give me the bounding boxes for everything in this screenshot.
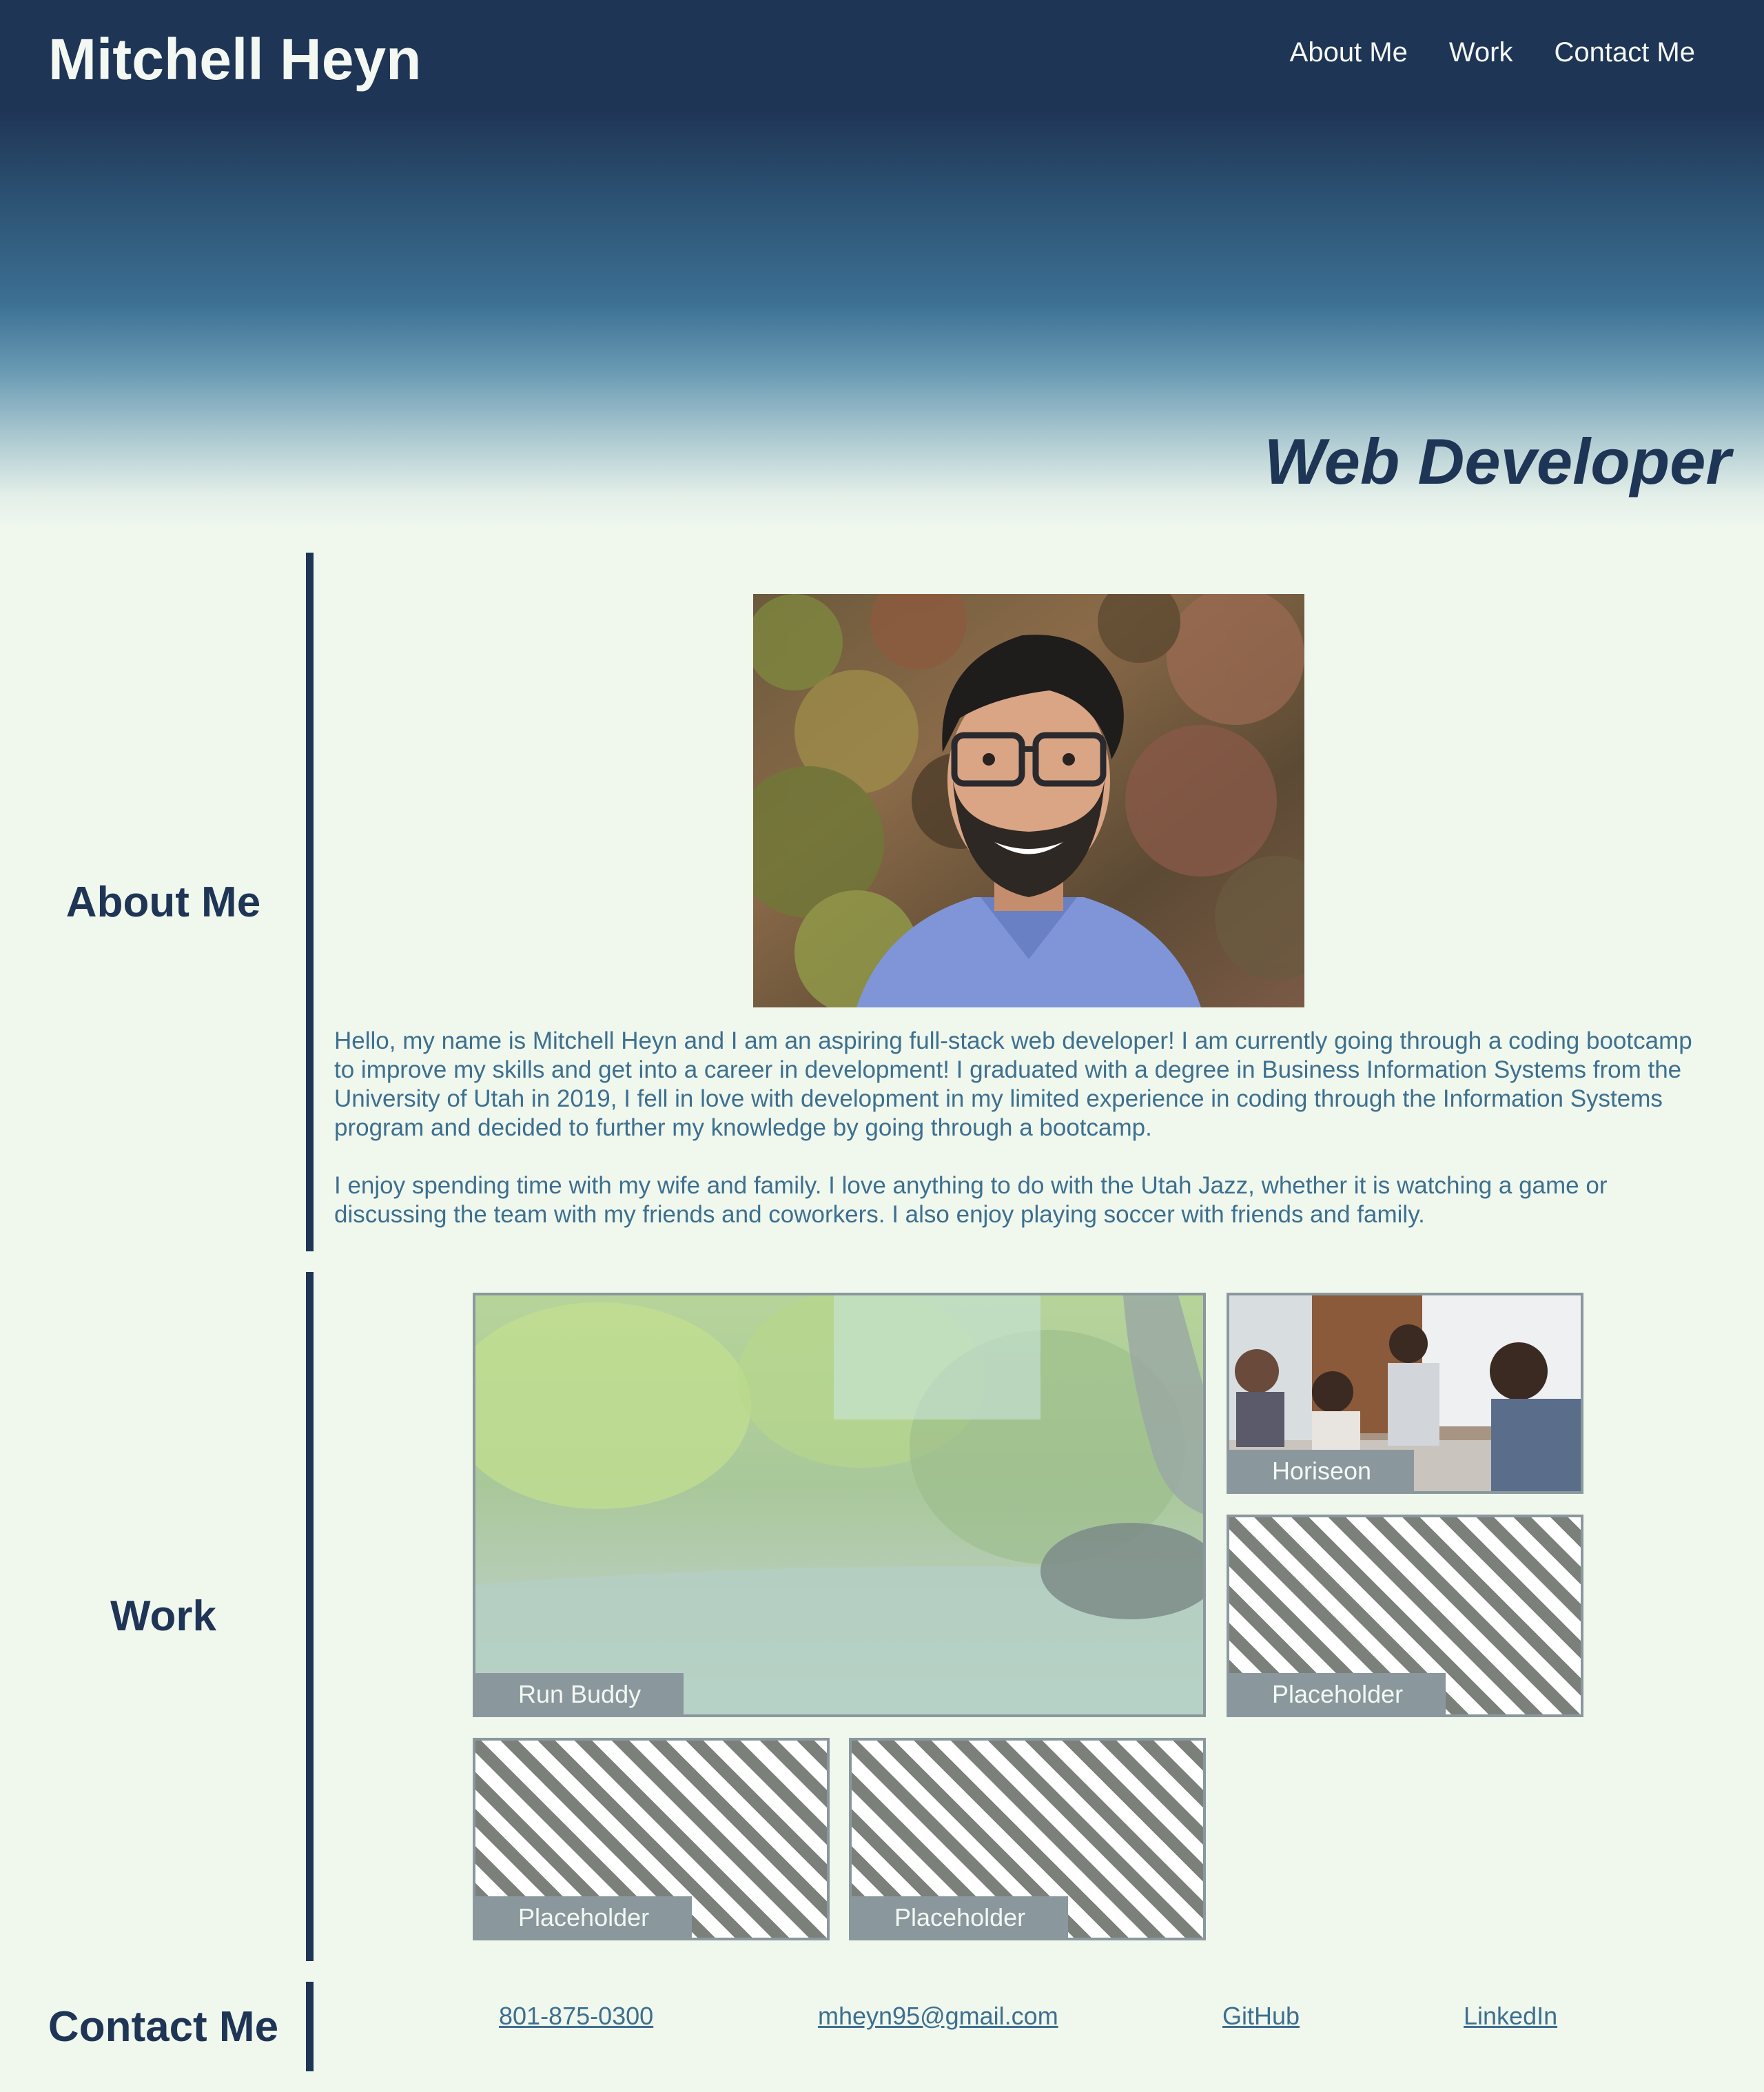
project-label: Placeholder bbox=[1229, 1673, 1446, 1714]
project-card-run-buddy[interactable]: Run Buddy bbox=[473, 1293, 1206, 1717]
contact-divider bbox=[306, 1982, 314, 2071]
nav-link-work[interactable]: Work bbox=[1449, 33, 1513, 72]
contact-heading: Contact Me bbox=[48, 2003, 279, 2051]
about-bio: Hello, my name is Mitchell Heyn and I am… bbox=[334, 1027, 1712, 1258]
main-nav: About Me Work Contact Me bbox=[1290, 33, 1695, 72]
project-card-placeholder[interactable]: Placeholder bbox=[849, 1738, 1206, 1940]
project-label: Placeholder bbox=[852, 1896, 1069, 1938]
run-buddy-image bbox=[475, 1295, 1203, 1714]
work-divider bbox=[306, 1272, 314, 1961]
profile-photo bbox=[753, 594, 1304, 1007]
hero-header: Mitchell Heyn About Me Work Contact Me W… bbox=[0, 0, 1764, 531]
project-label: Placeholder bbox=[475, 1896, 693, 1938]
bio-paragraph: Hello, my name is Mitchell Heyn and I am… bbox=[334, 1027, 1692, 1141]
project-label: Horiseon bbox=[1229, 1450, 1415, 1491]
email-link[interactable]: mheyn95@gmail.com bbox=[818, 1998, 1058, 2034]
bio-paragraph: I enjoy spending time with my wife and f… bbox=[334, 1172, 1608, 1228]
nav-link-contact[interactable]: Contact Me bbox=[1554, 33, 1695, 72]
site-title: Mitchell Heyn bbox=[48, 27, 422, 92]
project-card-placeholder[interactable]: Placeholder bbox=[473, 1738, 830, 1940]
tagline: Web Developer bbox=[1264, 425, 1731, 498]
linkedin-link[interactable]: LinkedIn bbox=[1464, 1998, 1557, 2034]
project-card-horiseon[interactable]: Horiseon bbox=[1227, 1293, 1583, 1494]
github-link[interactable]: GitHub bbox=[1222, 1998, 1300, 2034]
project-card-placeholder[interactable]: Placeholder bbox=[1227, 1515, 1583, 1717]
phone-link[interactable]: 801-875-0300 bbox=[499, 1998, 653, 2034]
nav-link-about[interactable]: About Me bbox=[1290, 33, 1408, 72]
about-heading: About Me bbox=[65, 879, 261, 926]
project-label: Run Buddy bbox=[475, 1673, 684, 1714]
about-divider bbox=[306, 553, 314, 1251]
work-heading: Work bbox=[110, 1592, 216, 1640]
